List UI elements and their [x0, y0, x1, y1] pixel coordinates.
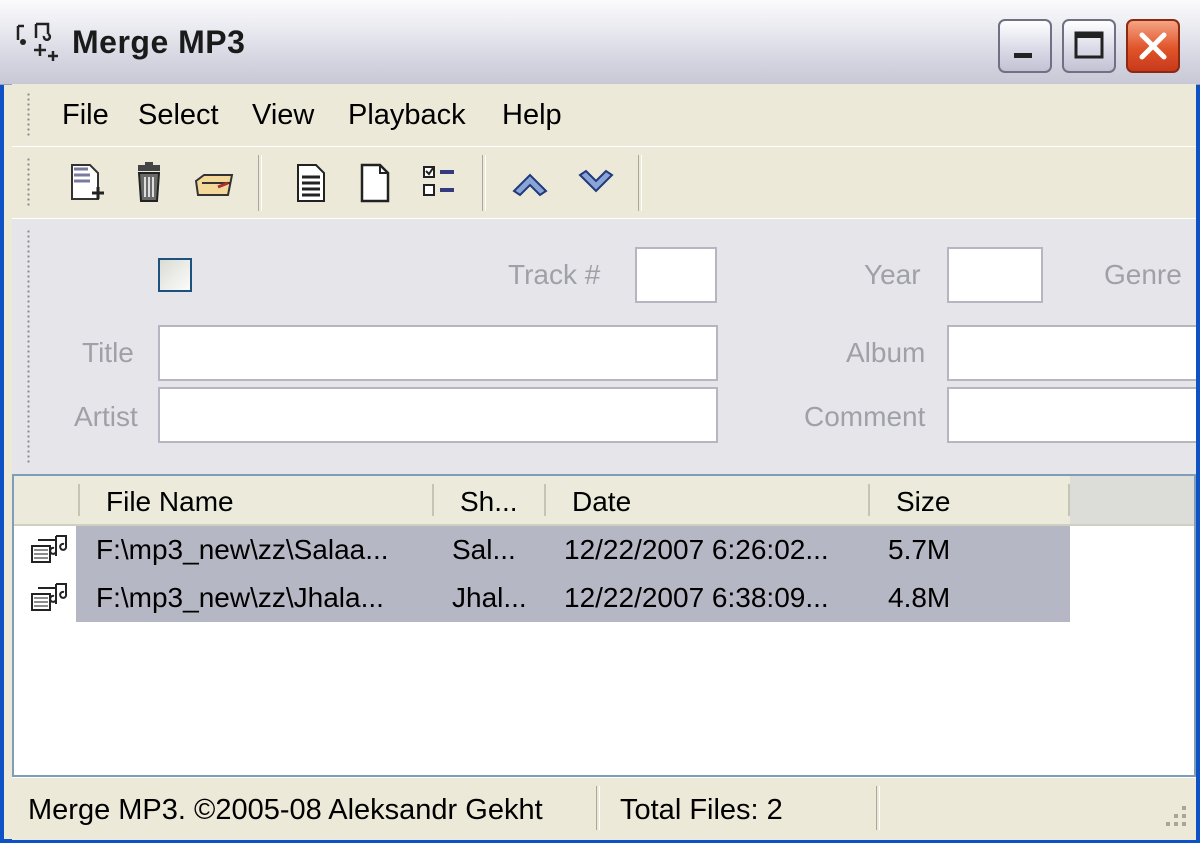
toolbar-separator [258, 155, 262, 211]
menubar-grip[interactable] [26, 92, 31, 138]
tag-enable-checkbox[interactable] [158, 258, 192, 292]
open-folder-icon[interactable] [192, 159, 240, 207]
column-date[interactable]: Date [572, 486, 631, 518]
menu-playback[interactable]: Playback [348, 99, 466, 132]
toolbar [12, 146, 1196, 219]
column-file-name[interactable]: File Name [106, 486, 234, 518]
cell-size: 4.8M [888, 582, 951, 613]
cell-date: 12/22/2007 6:38:09... [564, 582, 829, 613]
resize-grip-icon[interactable] [1156, 800, 1190, 834]
invert-selection-icon[interactable] [416, 159, 464, 207]
menu-file[interactable]: File [62, 99, 109, 132]
maximize-icon [1074, 31, 1104, 59]
artist-label: Artist [74, 401, 138, 432]
maximize-button[interactable] [1062, 19, 1116, 73]
merge-mp3-app-icon [16, 22, 58, 61]
id3-tag-panel: Track # Year Genre Title Album Artist Co… [12, 218, 1196, 475]
mp3-file-icon [31, 535, 68, 563]
select-all-icon[interactable] [288, 159, 336, 207]
status-copyright: Merge MP3. ©2005-08 Aleksandr Gekht [28, 794, 543, 826]
comment-field[interactable] [947, 387, 1196, 443]
title-label: Title [82, 337, 134, 368]
file-list[interactable]: File Name Sh... Date Size F:\mp3_new\zz\… [12, 474, 1196, 777]
track-label: Track # [508, 259, 601, 290]
header-filler [1070, 476, 1194, 524]
column-divider[interactable] [432, 484, 434, 516]
track-field[interactable] [635, 247, 717, 303]
artist-field[interactable] [158, 387, 718, 443]
album-field[interactable] [947, 325, 1196, 381]
year-label: Year [864, 259, 921, 290]
toolbar-separator [638, 155, 642, 211]
status-separator [596, 786, 600, 830]
year-field[interactable] [947, 247, 1043, 303]
genre-label: Genre [1104, 259, 1182, 290]
client-area: File Select View Playback Help Track # Y… [12, 84, 1196, 840]
comment-label: Comment [804, 401, 926, 432]
table-row[interactable]: F:\mp3_new\zz\Salaa... Sal... 12/22/2007… [14, 526, 1074, 574]
app-window: Merge MP3 File Select View Playback Help [0, 0, 1200, 843]
move-down-icon[interactable] [572, 159, 620, 207]
table-row[interactable]: F:\mp3_new\zz\Jhala... Jhal... 12/22/200… [14, 574, 1074, 622]
title-bar[interactable]: Merge MP3 [0, 0, 1200, 85]
delete-icon[interactable] [126, 159, 174, 207]
close-icon [1139, 32, 1167, 60]
column-divider[interactable] [78, 484, 80, 516]
status-separator [876, 786, 880, 830]
column-short[interactable]: Sh... [460, 486, 518, 518]
select-none-icon[interactable] [352, 159, 400, 207]
menu-select[interactable]: Select [138, 99, 219, 132]
status-total-files: Total Files: 2 [620, 794, 783, 826]
menu-view[interactable]: View [252, 99, 314, 132]
cell-date: 12/22/2007 6:26:02... [564, 534, 829, 565]
mp3-file-icon [31, 583, 68, 611]
cell-size: 5.7M [888, 534, 951, 565]
cell-short: Sal... [452, 534, 516, 565]
minimize-button[interactable] [998, 19, 1052, 73]
minimize-icon [1014, 53, 1032, 58]
album-label: Album [846, 337, 926, 368]
tagpanel-grip[interactable] [26, 229, 31, 465]
menu-help[interactable]: Help [502, 99, 562, 132]
cell-short: Jhal... [452, 582, 527, 613]
cell-file-name: F:\mp3_new\zz\Jhala... [96, 582, 384, 613]
title-field[interactable] [158, 325, 718, 381]
column-size[interactable]: Size [896, 486, 950, 518]
menu-bar: File Select View Playback Help [12, 84, 1196, 146]
move-up-icon[interactable] [506, 159, 554, 207]
toolbar-grip[interactable] [26, 157, 31, 207]
list-header: File Name Sh... Date Size [14, 476, 1194, 526]
window-title: Merge MP3 [72, 24, 246, 60]
column-divider[interactable] [544, 484, 546, 516]
column-divider[interactable] [868, 484, 870, 516]
close-button[interactable] [1126, 19, 1180, 73]
add-files-icon[interactable] [64, 159, 112, 207]
cell-file-name: F:\mp3_new\zz\Salaa... [96, 534, 389, 565]
toolbar-separator [482, 155, 486, 211]
status-bar: Merge MP3. ©2005-08 Aleksandr Gekht Tota… [12, 777, 1196, 840]
